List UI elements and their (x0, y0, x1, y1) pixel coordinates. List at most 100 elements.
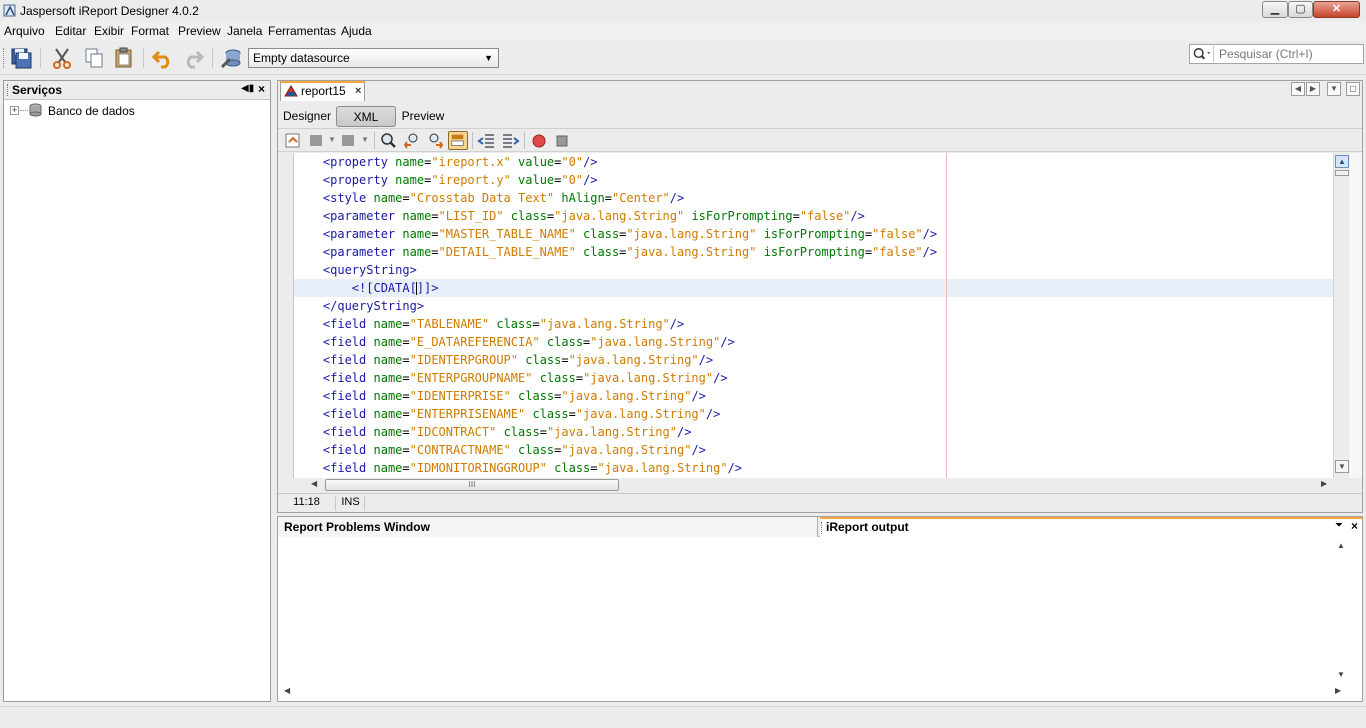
scroll-up-icon[interactable]: ▲ (1335, 155, 1349, 168)
start-macro-recording-icon[interactable] (529, 131, 549, 150)
close-window-button[interactable]: ✕ (1313, 1, 1360, 18)
find-selection-icon[interactable] (379, 131, 399, 150)
maximize-editor-icon[interactable]: ▢ (1346, 82, 1360, 96)
menu-arquivo[interactable]: Arquivo (4, 24, 45, 38)
minimize-panel-icon[interactable]: ◀▮ (241, 83, 254, 94)
stop-macro-recording-icon[interactable] (552, 131, 572, 150)
scroll-left-icon[interactable]: ◀ (284, 686, 290, 695)
code-line[interactable]: <field name="E_DATAREFERENCIA" class="ja… (294, 333, 1334, 351)
last-edit-icon[interactable] (283, 131, 303, 150)
datasource-icon[interactable] (219, 46, 243, 70)
editor-gutter (278, 153, 294, 478)
menu-janela[interactable]: Janela (227, 24, 262, 38)
copy-icon[interactable] (82, 46, 106, 70)
toolbar-grip[interactable] (3, 48, 6, 68)
tab-report-problems-window[interactable]: Report Problems Window (278, 517, 818, 537)
menu-ajuda[interactable]: Ajuda (341, 24, 372, 38)
code-line[interactable]: <field name="ENTERPGROUPNAME" class="jav… (294, 369, 1334, 387)
find-previous-icon[interactable] (402, 131, 422, 150)
back-dropdown-icon[interactable]: ▼ (328, 135, 336, 154)
database-icon (29, 103, 42, 117)
scroll-down-icon[interactable]: ▼ (1335, 460, 1349, 473)
scroll-left-icon[interactable]: ◀ (311, 479, 317, 488)
chevron-down-icon: ▼ (484, 53, 493, 63)
tab-designer[interactable]: Designer (282, 106, 332, 127)
code-line[interactable]: <field name="IDENTERPRISE" class="java.l… (294, 387, 1334, 405)
menu-format[interactable]: Format (131, 24, 169, 38)
menu-exibir[interactable]: Exibir (94, 24, 124, 38)
shift-right-icon[interactable] (500, 131, 520, 150)
code-line[interactable]: <parameter name="DETAIL_TABLE_NAME" clas… (294, 243, 1334, 261)
save-all-icon[interactable] (9, 46, 33, 70)
menu-preview[interactable]: Preview (178, 24, 221, 38)
output-panel: Report Problems Window iReport output ⏷ … (277, 516, 1363, 702)
tab-ireport-output[interactable]: iReport output (820, 517, 1362, 537)
output-panel-tabs: Report Problems Window iReport output ⏷ … (278, 517, 1362, 537)
xml-code-editor[interactable]: <property name="ireport.x" value="0"/> <… (278, 153, 1362, 478)
tab-preview[interactable]: Preview (400, 106, 446, 127)
output-vertical-scrollbar[interactable]: ▲ ▼ (1334, 538, 1350, 683)
horizontal-scrollbar[interactable]: ◀ III ▶ (278, 478, 1362, 492)
scroll-right-icon[interactable]: ▶ (1321, 479, 1327, 488)
paste-icon[interactable] (112, 46, 136, 70)
code-line[interactable]: <field name="CONTRACTNAME" class="java.l… (294, 441, 1334, 459)
panel-grip[interactable] (821, 522, 823, 534)
shift-left-icon[interactable] (477, 131, 497, 150)
ireport-app-icon (3, 4, 16, 17)
search-field[interactable]: Pesquisar (Ctrl+I) (1189, 44, 1364, 64)
vertical-scrollbar[interactable]: ▲ ▼ (1333, 153, 1350, 478)
find-next-icon[interactable] (425, 131, 445, 150)
forward-icon[interactable] (339, 131, 359, 150)
editor-area: report15 × ◀ ▶ ▼ ▢ Designer XML Preview … (277, 80, 1363, 513)
scroll-tabs-left-icon[interactable]: ◀ (1291, 82, 1305, 96)
minimize-window-group-icon[interactable]: ⏷ (1335, 520, 1343, 531)
code-line[interactable]: <field name="IDENTERPGROUP" class="java.… (294, 351, 1334, 369)
search-icon[interactable] (1192, 46, 1214, 62)
datasource-select[interactable]: Empty datasource ▼ (248, 48, 499, 68)
window-title-bar: Jaspersoft iReport Designer 4.0.2 ▁ ▢ ✕ (0, 0, 1366, 22)
code-line[interactable]: <parameter name="LIST_ID" class="java.la… (294, 207, 1334, 225)
maximize-button[interactable]: ▢ (1288, 1, 1313, 18)
scrollbar-thumb[interactable]: III (325, 479, 619, 491)
scroll-tabs-right-icon[interactable]: ▶ (1306, 82, 1320, 96)
close-panel-icon[interactable]: × (1351, 519, 1358, 533)
code-line[interactable]: <field name="TABLENAME" class="java.lang… (294, 315, 1334, 333)
menu-editar[interactable]: Editar (55, 24, 86, 38)
expand-icon[interactable]: + (10, 106, 19, 115)
show-tab-list-icon[interactable]: ▼ (1327, 82, 1341, 96)
menu-ferramentas[interactable]: Ferramentas (268, 24, 336, 38)
code-line[interactable]: <field name="ENTERPRISENAME" class="java… (294, 405, 1334, 423)
services-panel-title: Serviços (12, 83, 63, 97)
undo-icon[interactable] (151, 46, 175, 70)
close-tab-icon[interactable]: × (355, 85, 361, 97)
toggle-highlight-search-icon[interactable] (448, 131, 468, 150)
code-line[interactable]: <field name="IDMONITORINGGROUP" class="j… (294, 459, 1334, 477)
datasource-value: Empty datasource (253, 51, 350, 65)
code-line[interactable]: <style name="Crosstab Data Text" hAlign=… (294, 189, 1334, 207)
close-panel-icon[interactable]: × (258, 82, 265, 96)
forward-dropdown-icon[interactable]: ▼ (361, 135, 369, 154)
code-line[interactable]: <parameter name="MASTER_TABLE_NAME" clas… (294, 225, 1334, 243)
code-line[interactable]: </queryString> (294, 297, 1334, 315)
scroll-down-icon[interactable]: ▼ (1337, 670, 1345, 679)
redo-icon[interactable] (181, 46, 205, 70)
scroll-right-icon[interactable]: ▶ (1335, 686, 1341, 695)
cut-icon[interactable] (50, 46, 74, 70)
scrollbar-thumb[interactable] (1335, 170, 1349, 176)
code-line[interactable]: <property name="ireport.y" value="0"/> (294, 171, 1334, 189)
tab-report15[interactable]: report15 × (280, 81, 365, 101)
menu-bar: Arquivo Editar Exibir Format Preview Jan… (0, 22, 1366, 41)
back-icon[interactable] (307, 131, 327, 150)
toolbar-separator (40, 48, 41, 68)
minimize-button[interactable]: ▁ (1262, 1, 1288, 18)
scroll-up-icon[interactable]: ▲ (1337, 541, 1345, 550)
tab-xml[interactable]: XML (336, 106, 396, 127)
code-line[interactable]: <field name="IDCONTRACT" class="java.lan… (294, 423, 1334, 441)
error-stripe (1351, 153, 1362, 478)
code-lines[interactable]: <property name="ireport.x" value="0"/> <… (294, 153, 1334, 478)
code-line[interactable]: <queryString> (294, 261, 1334, 279)
current-code-line[interactable]: <![CDATA[]]> (294, 279, 1334, 297)
panel-grip[interactable] (7, 84, 10, 96)
output-horizontal-scrollbar[interactable]: ◀ ▶ (278, 685, 1350, 699)
code-line[interactable]: <property name="ireport.x" value="0"/> (294, 153, 1334, 171)
